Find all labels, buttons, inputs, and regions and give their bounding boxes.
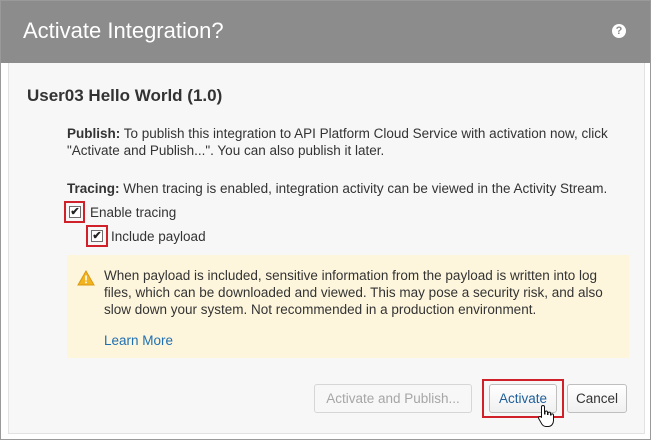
dialog-body: User03 Hello World (1.0) Publish: To pub… <box>8 63 645 434</box>
hand-cursor-icon <box>538 404 554 427</box>
learn-more-link[interactable]: Learn More <box>104 333 173 348</box>
dialog-title: Activate Integration? <box>23 18 224 43</box>
activate-and-publish-button[interactable]: Activate and Publish... <box>314 384 472 413</box>
tracing-label: Tracing: <box>67 181 120 196</box>
publish-description: Publish: To publish this integration to … <box>67 125 642 159</box>
include-payload-label[interactable]: Include payload <box>111 229 206 244</box>
warning-triangle-icon <box>77 270 95 286</box>
publish-label: Publish: <box>67 126 121 141</box>
publish-text: To publish this integration to API Platf… <box>67 126 608 158</box>
cancel-button[interactable]: Cancel <box>567 384 627 413</box>
payload-warning-box: When payload is included, sensitive info… <box>67 255 629 358</box>
integration-name-heading: User03 Hello World (1.0) <box>27 86 223 105</box>
warning-text: When payload is included, sensitive info… <box>104 268 603 317</box>
include-payload-checkbox[interactable]: ✔ <box>91 230 103 242</box>
enable-tracing-label[interactable]: Enable tracing <box>90 205 176 220</box>
activate-integration-dialog: Activate Integration? ? User03 Hello Wor… <box>0 0 651 440</box>
tracing-description: Tracing: When tracing is enabled, integr… <box>67 180 642 197</box>
help-icon[interactable]: ? <box>612 24 626 38</box>
tracing-text: When tracing is enabled, integration act… <box>119 181 608 196</box>
dialog-titlebar: Activate Integration? ? <box>1 1 650 63</box>
enable-tracing-checkbox[interactable]: ✔ <box>69 206 81 218</box>
